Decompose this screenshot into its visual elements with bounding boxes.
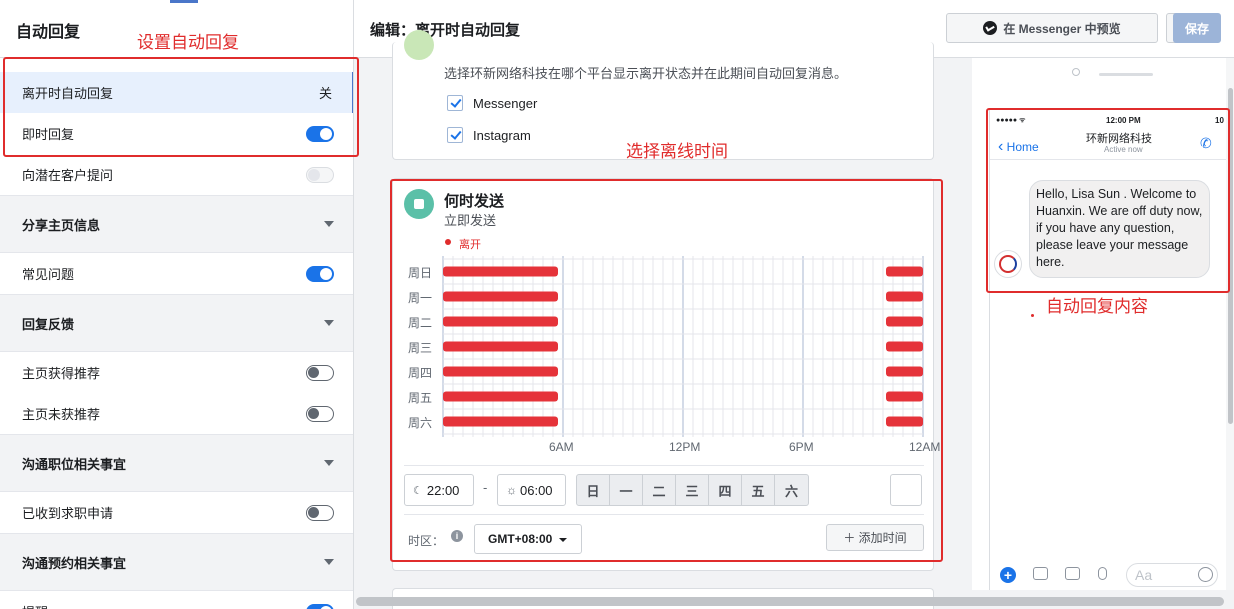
- toggle-switch[interactable]: [306, 166, 334, 183]
- messenger-checkbox[interactable]: [447, 95, 463, 111]
- sidebar-item[interactable]: 提醒: [0, 591, 353, 609]
- microphone-icon[interactable]: [1098, 567, 1107, 580]
- toggle-switch[interactable]: [306, 603, 334, 609]
- messenger-icon: [983, 21, 998, 35]
- message-input-placeholder: Aa: [1135, 567, 1153, 583]
- message-input-bar: + Aa: [990, 560, 1226, 590]
- preview-in-messenger-button[interactable]: 在 Messenger 中预览: [946, 13, 1158, 43]
- toggle-switch[interactable]: [306, 405, 334, 422]
- annotation-set-auto-reply: 设置自动回复: [137, 33, 239, 52]
- sidebar-item-label: 常见问题: [22, 267, 75, 282]
- page-title: 编辑：离开时自动回复: [370, 22, 521, 39]
- emoji-icon[interactable]: [1198, 567, 1213, 582]
- annotation-auto-reply-content: 自动回复内容: [1046, 297, 1148, 316]
- sidebar-item-label: 沟通职位相关事宜: [22, 456, 127, 472]
- chevron-down-icon: [324, 559, 334, 565]
- sidebar-section[interactable]: 分享主页信息: [0, 195, 353, 253]
- annotation-box-sidebar: [3, 57, 359, 157]
- sidebar-item-label: 提醒: [22, 602, 48, 609]
- sidebar-item-label: 沟通预约相关事宜: [22, 555, 127, 571]
- toggle-switch[interactable]: [306, 364, 334, 381]
- plus-icon[interactable]: +: [1000, 567, 1016, 583]
- sidebar-item[interactable]: 主页未获推荐: [0, 393, 353, 434]
- camera-icon[interactable]: [1033, 567, 1048, 580]
- phone-speaker: [1099, 73, 1153, 76]
- toggle-switch[interactable]: [306, 504, 334, 521]
- save-button[interactable]: 保存: [1173, 13, 1221, 43]
- sidebar-section[interactable]: 沟通预约相关事宜: [0, 533, 353, 591]
- sidebar-item-label: 分享主页信息: [22, 217, 101, 233]
- platform-icon: [404, 30, 434, 60]
- annotation-choose-offline-time: 选择离线时间: [626, 142, 728, 161]
- annotation-box-message: [986, 108, 1230, 293]
- chevron-down-icon: [324, 460, 334, 466]
- toggle-switch[interactable]: [306, 265, 334, 282]
- sidebar-item[interactable]: 主页获得推荐: [0, 352, 353, 393]
- sidebar-section[interactable]: 回复反馈: [0, 294, 353, 352]
- chevron-down-icon: [324, 221, 334, 227]
- annotation-dot: [1031, 314, 1034, 317]
- sidebar-item-label: 回复反馈: [22, 316, 75, 332]
- message-input[interactable]: Aa: [1126, 563, 1218, 587]
- sidebar-item[interactable]: 向潜在客户提问: [0, 154, 353, 195]
- instagram-checkbox-label: Instagram: [473, 128, 531, 143]
- sidebar-item-label: 向潜在客户提问: [22, 168, 114, 183]
- phone-camera: [1072, 68, 1080, 76]
- horizontal-scrollbar[interactable]: [356, 597, 1224, 606]
- sidebar-section[interactable]: 沟通职位相关事宜: [0, 434, 353, 492]
- preview-button-label: 在 Messenger 中预览: [1003, 21, 1121, 36]
- annotation-box-schedule: [390, 179, 943, 562]
- instagram-checkbox[interactable]: [447, 127, 463, 143]
- sidebar-item[interactable]: 已收到求职申请: [0, 492, 353, 533]
- sidebar-item-label: 主页获得推荐: [22, 366, 101, 381]
- sidebar-item-label: 已收到求职申请: [22, 506, 114, 521]
- messenger-checkbox-label: Messenger: [473, 96, 538, 111]
- sidebar-item[interactable]: 常见问题: [0, 253, 353, 294]
- chevron-down-icon: [324, 320, 334, 326]
- platform-description: 选择环新网络科技在哪个平台显示离开状态并在此期间自动回复消息。: [444, 66, 848, 81]
- image-icon[interactable]: [1065, 567, 1080, 580]
- sidebar-item-label: 主页未获推荐: [22, 407, 101, 422]
